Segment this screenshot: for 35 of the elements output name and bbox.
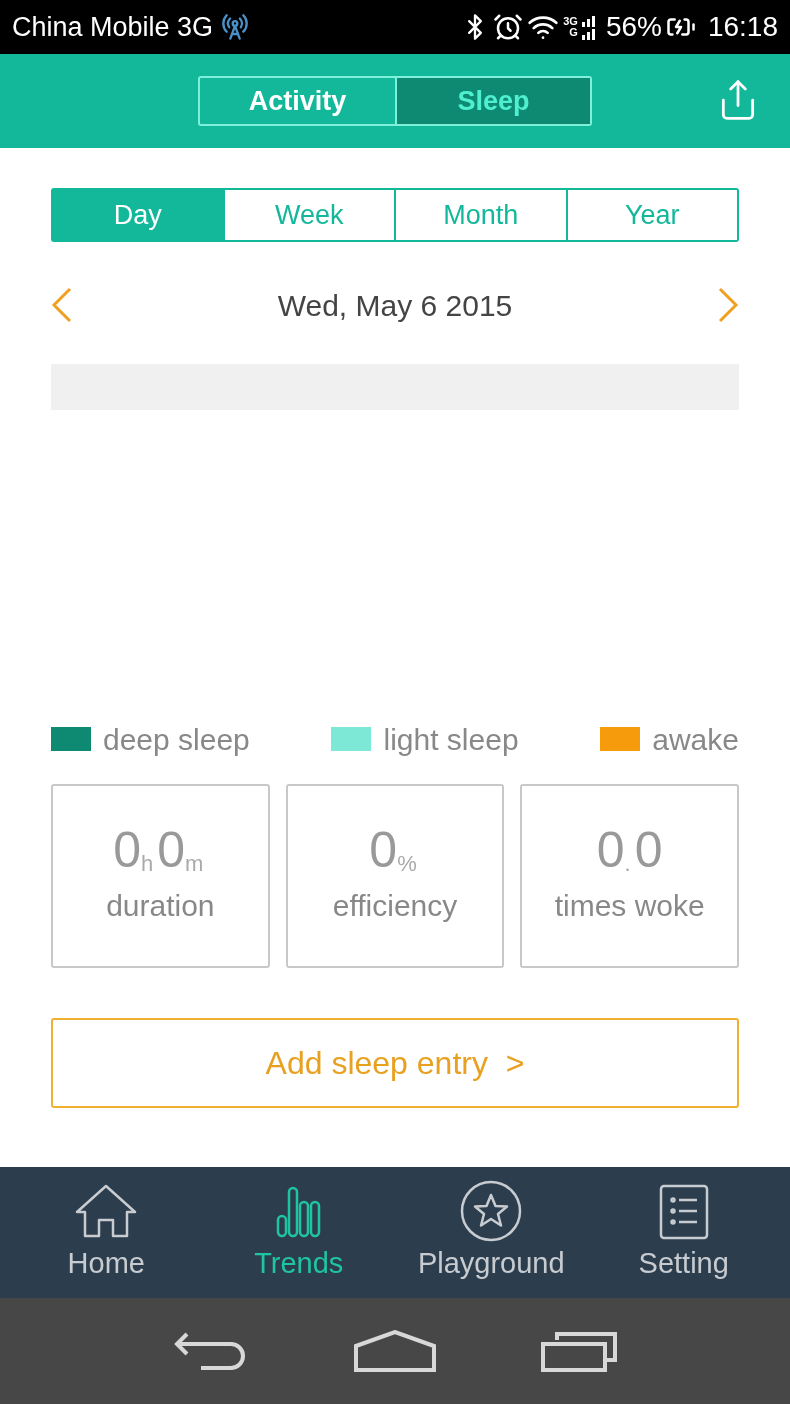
stat-unit: . xyxy=(624,852,631,875)
period-tab[interactable]: Day xyxy=(53,190,223,240)
stat-unit: h xyxy=(141,852,154,875)
stat-value: 0 xyxy=(634,824,663,875)
stat-value: 0 xyxy=(369,824,398,875)
carrier-name: China Mobile 3G xyxy=(12,10,214,44)
legend-label: awake xyxy=(652,721,739,758)
recent-apps-icon[interactable] xyxy=(541,1330,618,1372)
stat-value: 0 xyxy=(157,824,186,875)
battery-percent: 56% xyxy=(605,10,662,44)
stat-label: efficiency xyxy=(332,887,458,924)
segment-tab[interactable]: Sleep xyxy=(395,78,590,124)
date-label: Wed, May 6 2015 xyxy=(276,287,514,324)
nav-tab[interactable]: Trends xyxy=(208,1179,389,1286)
segment-tab[interactable]: Activity xyxy=(200,78,395,124)
stat-label: times woke xyxy=(554,887,705,924)
nav-tab[interactable]: Playground xyxy=(401,1179,582,1286)
signal-icon xyxy=(581,14,598,40)
nav-tab[interactable]: Home xyxy=(16,1179,197,1286)
stat-label: duration xyxy=(106,887,215,924)
clock-time: 16:18 xyxy=(707,10,778,44)
stat-value: 0 xyxy=(596,824,625,875)
network-label: 3G xyxy=(563,16,578,27)
period-tab[interactable]: Year xyxy=(565,190,737,240)
nav-tab[interactable]: Setting xyxy=(593,1179,774,1286)
network-label: G xyxy=(569,27,578,38)
legend-label: deep sleep xyxy=(103,721,250,758)
hotspot-icon xyxy=(221,13,250,41)
legend-label: light sleep xyxy=(383,721,519,758)
stat-unit: m xyxy=(185,852,204,875)
alarm-icon xyxy=(493,12,524,42)
stat-value: 0 xyxy=(113,824,142,875)
stat-unit: % xyxy=(397,852,417,875)
add-sleep-entry-button[interactable]: Add sleep entry > xyxy=(51,1018,739,1108)
home-icon[interactable] xyxy=(354,1330,436,1372)
